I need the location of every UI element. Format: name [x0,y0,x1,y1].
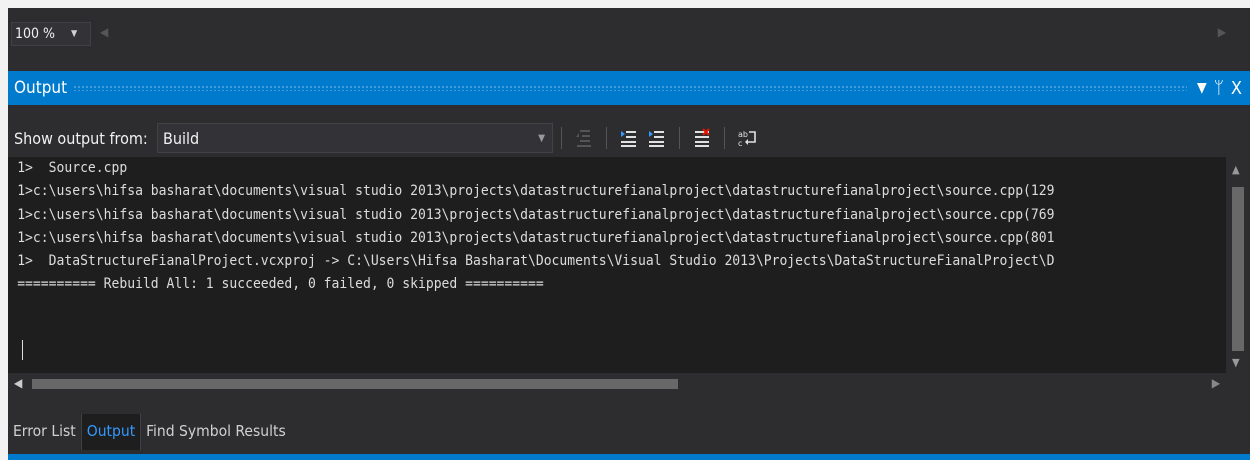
output-line: 1>c:\users\hifsa basharat\documents\visu… [17,206,1055,223]
output-lines: 1> Source.cpp 1>c:\users\hifsa basharat\… [8,157,1218,373]
find-message-in-code-icon[interactable] [646,127,668,149]
panel-tabs: Error List Output Find Symbol Results [8,408,291,450]
scroll-left-icon[interactable]: ◀ [100,25,108,39]
svg-text:c: c [738,139,742,148]
toolbar-separator [679,127,680,149]
scroll-right-icon[interactable]: ▶ [1218,25,1226,39]
editor-zoom-bar: 100 % ▼ ◀ ▶ [8,16,1250,50]
clear-all-icon[interactable] [691,127,713,149]
output-text-area[interactable]: 1> Source.cpp 1>c:\users\hifsa basharat\… [8,157,1250,373]
scroll-left-icon[interactable]: ◀ [14,376,22,390]
zoom-value: 100 % [15,26,56,42]
toolbar-separator [606,127,607,149]
text-caret [22,340,23,360]
show-output-from-label: Show output from: [14,128,148,148]
tab-find-symbol-results[interactable]: Find Symbol Results [141,414,291,450]
horizontal-scrollbar[interactable]: ◀ ▶ [8,373,1250,395]
vertical-scroll-thumb[interactable] [1232,187,1244,351]
panel-title-bar: Output ▼ ᛘ X [8,71,1250,105]
output-window: 100 % ▼ ◀ ▶ Output ▼ ᛘ X Show output fro… [8,8,1250,460]
output-toolbar: Show output from: Build ▼ ab c [8,118,1250,158]
title-drag-grip[interactable] [73,85,1188,91]
tab-output[interactable]: Output [80,414,142,450]
status-bar [8,454,1250,460]
output-line: 1>c:\users\hifsa basharat\documents\visu… [17,229,1055,246]
vertical-scrollbar[interactable]: ▲ ▼ [1226,157,1250,373]
output-line: 1> DataStructureFianalProject.vcxproj ->… [17,253,1055,270]
scroll-up-icon[interactable]: ▲ [1232,163,1240,176]
svg-text:ab: ab [738,130,748,139]
toolbar-separator [724,127,725,149]
zoom-dropdown[interactable]: 100 % ▼ [11,22,91,46]
horizontal-scroll-thumb[interactable] [32,379,678,389]
scroll-right-icon[interactable]: ▶ [1212,376,1220,390]
output-source-dropdown[interactable]: Build ▼ [157,123,553,153]
output-source-value: Build [163,128,200,148]
go-to-previous-message-icon[interactable] [573,127,595,149]
window-position-dropdown-icon[interactable]: ▼ [1197,80,1207,96]
scroll-down-icon[interactable]: ▼ [1232,356,1240,369]
panel-title: Output [14,78,68,98]
tab-error-list[interactable]: Error List [8,414,81,450]
toggle-word-wrap-icon[interactable]: ab c [736,127,758,149]
chevron-down-icon: ▼ [71,29,78,39]
close-icon[interactable]: X [1231,78,1242,99]
go-to-next-message-icon[interactable] [618,127,640,149]
output-line: ========== Rebuild All: 1 succeeded, 0 f… [17,276,544,293]
auto-hide-pin-icon[interactable]: ᛘ [1214,78,1224,98]
output-line: 1> Source.cpp [17,160,128,176]
toolbar-separator [561,127,562,149]
chevron-down-icon: ▼ [538,132,545,144]
output-line: 1>c:\users\hifsa basharat\documents\visu… [17,183,1055,200]
